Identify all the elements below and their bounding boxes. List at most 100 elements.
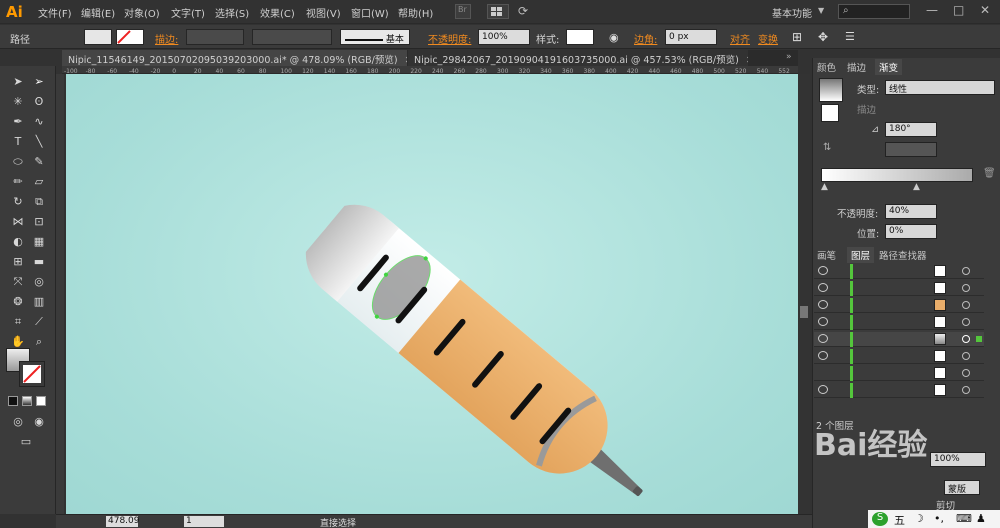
page-field[interactable]: 1 (184, 516, 224, 527)
menu-edit[interactable]: 编辑(E) (81, 5, 115, 20)
mesh-tool-icon[interactable]: ⊞ (10, 254, 26, 270)
layer-row[interactable] (814, 349, 984, 364)
menu-type[interactable]: 文字(T) (171, 5, 205, 20)
eye-icon[interactable] (818, 385, 828, 394)
close-icon[interactable]: ✕ (746, 55, 748, 66)
none-mode-icon[interactable] (36, 396, 46, 406)
isolate-icon[interactable]: ⊞ (792, 30, 802, 44)
gradient-mode-icon[interactable] (22, 396, 32, 406)
eraser-icon[interactable]: ▱ (31, 174, 47, 190)
menu-window[interactable]: 窗口(W) (351, 5, 389, 20)
syringe-artwork[interactable] (66, 74, 798, 514)
fill-swatch[interactable] (84, 29, 112, 45)
gradient-stop-left[interactable]: ▲ (821, 182, 828, 192)
menu-file[interactable]: 文件(F) (38, 5, 72, 20)
user-icon[interactable]: ♟ (976, 512, 986, 525)
free-transform-icon[interactable]: ⊡ (31, 214, 47, 230)
menu-select[interactable]: 选择(S) (215, 5, 249, 20)
eye-icon[interactable] (818, 266, 828, 275)
corner-label[interactable]: 边角: (634, 31, 657, 46)
stroke-label[interactable]: 描边: (155, 31, 178, 46)
rotate-tool-icon[interactable]: ↻ (10, 194, 26, 210)
line-tool-icon[interactable]: ╲ (31, 134, 47, 150)
gradient-tool-icon[interactable]: ▬ (31, 254, 47, 270)
slice-tool-icon[interactable]: ⟋ (31, 314, 47, 330)
direct-selection-tool-icon[interactable]: ➢ (31, 74, 47, 90)
draw-behind-icon[interactable]: ◉ (31, 414, 47, 430)
mask-button[interactable]: 蒙版 (944, 480, 980, 495)
curvature-tool-icon[interactable]: ∿ (31, 114, 47, 130)
scrollbar-thumb[interactable] (800, 306, 808, 318)
type-select[interactable]: 线性 (885, 80, 995, 95)
eye-icon[interactable] (818, 283, 828, 292)
minimize-icon[interactable]: — (926, 3, 938, 17)
menu-effect[interactable]: 效果(C) (260, 5, 295, 20)
brush-field[interactable]: 基本 (340, 29, 410, 45)
target-icon[interactable] (962, 352, 970, 360)
zoom-field[interactable]: 478.09 (106, 516, 140, 527)
stroke-weight-field[interactable] (186, 29, 244, 45)
ellipse-tool-icon[interactable]: ⬭ (10, 154, 26, 170)
opacity-field[interactable]: 40% (885, 204, 937, 219)
draw-mode-icon[interactable]: ◎ (10, 414, 26, 430)
vertical-scrollbar[interactable] (798, 74, 810, 514)
workspace-switcher[interactable]: 基本功能 (772, 5, 812, 20)
artboard-tool-icon[interactable]: ⌗ (10, 314, 26, 330)
tab-document-2[interactable]: Nipic_29842067_20190904191603735000.ai @… (408, 50, 748, 66)
chevron-down-icon[interactable]: ▼ (818, 6, 824, 15)
moon-icon[interactable]: ☽ (914, 512, 924, 525)
reverse-icon[interactable]: ⇅ (823, 142, 831, 153)
color-mode-icon[interactable] (8, 396, 18, 406)
align-link[interactable]: 对齐 (730, 31, 750, 46)
opacity-field[interactable]: 100% (478, 29, 530, 45)
scale-tool-icon[interactable]: ⧉ (31, 194, 47, 210)
eye-icon[interactable] (818, 351, 828, 360)
artboard-canvas[interactable] (66, 74, 798, 514)
target-icon[interactable] (962, 301, 970, 309)
target-icon[interactable] (962, 369, 970, 377)
layer-row[interactable] (814, 366, 984, 381)
gradient-preview[interactable] (819, 78, 843, 102)
tab-gradient[interactable]: 渐变 (875, 59, 903, 75)
keyboard-icon[interactable]: ⌨ (956, 512, 972, 525)
magic-wand-icon[interactable]: ✳ (10, 94, 26, 110)
layer-row[interactable] (814, 298, 984, 313)
blend-tool-icon[interactable]: ◎ (31, 274, 47, 290)
menu-view[interactable]: 视图(V) (306, 5, 341, 20)
variable-width-field[interactable] (252, 29, 332, 45)
puppet-icon[interactable]: ✥ (818, 30, 828, 44)
tab-stroke[interactable]: 描边 (847, 60, 866, 74)
target-icon[interactable] (962, 318, 970, 326)
pencil-icon[interactable]: ✏ (10, 174, 26, 190)
selection-tool-icon[interactable]: ➤ (10, 74, 26, 90)
layer-row[interactable] (814, 383, 984, 398)
aspect-field[interactable] (885, 142, 937, 157)
maximize-icon[interactable]: □ (953, 3, 964, 17)
eyedropper-icon[interactable]: ⤧ (10, 274, 26, 290)
angle-field[interactable]: 180° (885, 122, 937, 137)
screen-mode-icon[interactable]: ▭ (18, 434, 34, 450)
layer-row[interactable] (814, 315, 984, 330)
gpu-icon[interactable]: ⟳ (518, 4, 528, 18)
stroke-color-box[interactable] (19, 361, 45, 387)
gradient-stop-right[interactable]: ▲ (913, 182, 920, 192)
stroke-swatch[interactable] (116, 29, 144, 45)
target-icon[interactable] (962, 335, 970, 343)
tabs-overflow-icon[interactable]: » (786, 52, 792, 62)
eye-icon[interactable] (818, 317, 828, 326)
style-swatch[interactable] (566, 29, 594, 45)
width-tool-icon[interactable]: ⋈ (10, 214, 26, 230)
tab-layers[interactable]: 图层 (847, 247, 875, 263)
menu-object[interactable]: 对象(O) (124, 5, 160, 20)
shape-builder-icon[interactable]: ◐ (10, 234, 26, 250)
layer-row-selected[interactable] (814, 332, 984, 347)
transform-link[interactable]: 变换 (758, 31, 778, 46)
recolor-icon[interactable]: ◉ (609, 31, 619, 44)
tab-pathfinder[interactable]: 路径查找器 (879, 248, 927, 262)
layer-row[interactable] (814, 264, 984, 279)
eye-icon[interactable] (818, 334, 828, 343)
lasso-icon[interactable]: ʘ (31, 94, 47, 110)
eye-icon[interactable] (818, 300, 828, 309)
trash-icon[interactable]: 🗑 (983, 168, 996, 179)
paintbrush-icon[interactable]: ✎ (31, 154, 47, 170)
